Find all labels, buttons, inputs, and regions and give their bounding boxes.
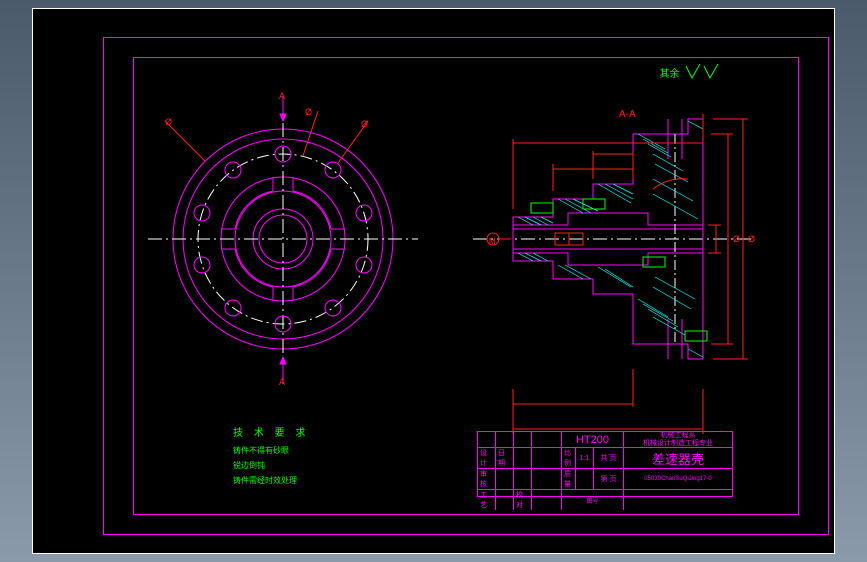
datum-label: M (489, 237, 496, 246)
tb-drawing-no: 05030ChanSuQiJing17-0 (624, 469, 732, 490)
technical-requirements: 技 术 要 求 铸件不得有砂眼 锐边倒钝 铸件需经时效处理 (233, 424, 309, 488)
tb-material: HT200 (562, 432, 624, 448)
tech-req-line-3: 铸件需经时效处理 (233, 473, 309, 488)
section-title: A-A (619, 109, 636, 120)
tb-l-scale: 比例 (562, 448, 576, 469)
tb-l-dwgno: 图号 (562, 490, 624, 510)
tb-l-page: 第 页 (594, 469, 624, 490)
tb-l-mass: 质量 (562, 469, 576, 490)
tb-l-pages: 共 页 (594, 448, 624, 469)
tb-l-check: 审核 (478, 469, 496, 490)
tb-l-proof: 校对 (514, 490, 532, 510)
title-block: HT200 机械工程系 机械设计制造工程专业 设计 日期 比例 1:1 共 页 … (477, 431, 733, 497)
section-arrow-a-top: A (279, 91, 285, 101)
tech-req-title: 技 术 要 求 (233, 424, 309, 439)
section-arrow-a-bottom: A (279, 377, 285, 387)
tech-req-line-1: 铸件不得有砂眼 (233, 443, 309, 458)
tb-l-design: 设计 (478, 448, 496, 469)
dim-bolt-circle: Ø (165, 117, 172, 127)
dim-outer: Ø (361, 119, 368, 129)
dim-bolt-hole: Ø (305, 107, 312, 117)
dim-flange-od: Ø (748, 234, 755, 244)
cad-canvas: 其余 (32, 8, 835, 554)
tech-req-line-2: 锐边倒钝 (233, 458, 309, 473)
tb-scale: 1:1 (576, 448, 594, 469)
tb-org: 机械工程系 机械设计制造工程专业 (624, 432, 732, 448)
tb-l-proc: 工艺 (478, 490, 496, 510)
dim-bc: Ø (733, 234, 740, 244)
tb-part-name: 差速器壳 (624, 448, 732, 469)
tb-l-date: 日期 (496, 448, 514, 469)
